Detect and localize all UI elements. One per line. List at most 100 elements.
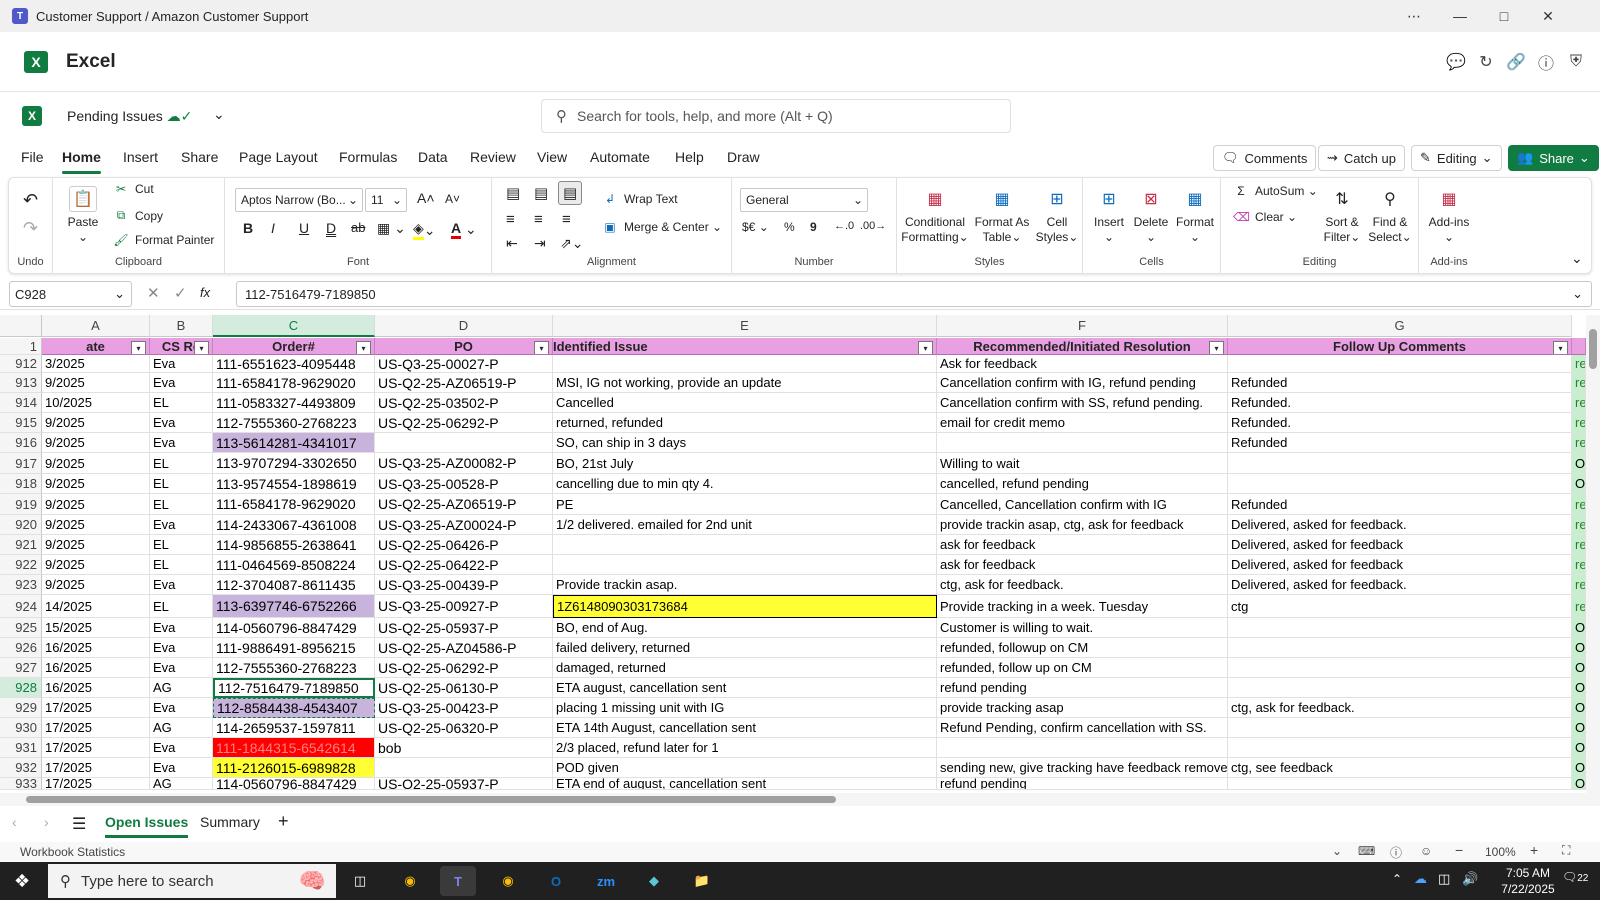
table-cell[interactable]: Op [1572, 618, 1586, 638]
filter-dropdown-icon[interactable]: ▾ [534, 341, 549, 354]
table-cell[interactable]: ETA end of august, cancellation sent [553, 778, 937, 790]
catchup-button[interactable]: ⇝ Catch up [1318, 145, 1405, 171]
row-header[interactable]: 931 [0, 738, 42, 758]
table-cell[interactable]: Eva [150, 658, 213, 678]
align-top-icon[interactable]: ▤ [506, 184, 520, 202]
table-cell[interactable]: 17/2025 [42, 758, 150, 778]
table-cell[interactable]: Cancellation confirm with SS, refund pen… [937, 393, 1228, 413]
merge-center-button[interactable]: ▣ Merge & Center ⌄ [602, 220, 722, 234]
table-cell[interactable]: Op [1572, 698, 1586, 718]
table-cell[interactable]: Customer is willing to wait. [937, 618, 1228, 638]
clear-button[interactable]: ⌫ Clear ⌄ [1233, 210, 1297, 224]
table-cell[interactable]: US-Q3-25-AZ00024-P [375, 515, 553, 535]
table-cell[interactable]: 111-6551623-4095448 [213, 355, 375, 373]
table-cell[interactable]: MSI, IG not working, provide an update [553, 373, 937, 393]
tab-share[interactable]: Share [181, 149, 218, 165]
table-cell[interactable]: Eva [150, 515, 213, 535]
sheet-tab-summary[interactable]: Summary [200, 814, 260, 830]
chrome-icon[interactable]: ◉ [392, 866, 428, 896]
table-cell[interactable]: 111-2126015-6989828 [213, 758, 375, 778]
table-cell[interactable]: 9/2025 [42, 453, 150, 474]
table-cell[interactable]: refund pending [937, 778, 1228, 790]
taskbar-clock[interactable]: 7:05 AM 7/22/2025 [1488, 865, 1568, 897]
redo-icon[interactable]: ↷ [23, 218, 38, 239]
bold-button[interactable]: B [243, 220, 253, 236]
table-cell[interactable]: EL [150, 494, 213, 515]
table-cell[interactable] [553, 355, 937, 373]
table-cell[interactable]: US-Q2-25-06320-P [375, 718, 553, 738]
cancel-icon[interactable]: ✕ [147, 284, 160, 302]
table-cell[interactable]: re [1572, 595, 1586, 618]
table-cell[interactable]: ETA 14th August, cancellation sent [553, 718, 937, 738]
column-header-d[interactable]: D [375, 315, 553, 337]
table-cell[interactable]: 112-3704087-8611435 [213, 575, 375, 595]
table-cell[interactable]: Eva [150, 413, 213, 433]
table-cell[interactable]: 111-6584178-9629020 [213, 373, 375, 393]
table-cell[interactable]: 113-5614281-4341017 [213, 433, 375, 453]
comma-button[interactable]: 9 [810, 220, 817, 234]
table-cell[interactable] [375, 433, 553, 453]
table-cell[interactable]: SO, can ship in 3 days [553, 433, 937, 453]
decrease-indent-icon[interactable]: ⇤ [506, 235, 518, 252]
table-cell[interactable]: Cancelled, Cancellation confirm with IG [937, 494, 1228, 515]
table-cell[interactable]: 9/2025 [42, 373, 150, 393]
table-cell[interactable]: 16/2025 [42, 638, 150, 658]
table-cell[interactable]: Delivered, asked for feedback. [1228, 515, 1572, 535]
grow-font-button[interactable]: A˄ [417, 190, 435, 206]
currency-button[interactable]: $€ ⌄ [742, 220, 769, 234]
table-cell[interactable]: Eva [150, 738, 213, 758]
table-cell[interactable]: 17/2025 [42, 718, 150, 738]
table-cell[interactable]: Op [1572, 474, 1586, 494]
table-cell[interactable]: US-Q2-25-05937-P [375, 618, 553, 638]
row-header[interactable]: 919 [0, 494, 42, 515]
teams-taskbar-icon[interactable]: T [440, 866, 476, 896]
tray-chevron-icon[interactable]: ⌃ [1392, 872, 1402, 886]
paste-button[interactable]: 📋 Paste ⌄ [63, 186, 103, 245]
table-cell[interactable] [553, 535, 937, 555]
table-cell[interactable]: EL [150, 555, 213, 575]
column-header-f[interactable]: F [937, 315, 1228, 337]
table-cell[interactable]: 2/3 placed, refund later for 1 [553, 738, 937, 758]
vertical-scrollbar[interactable] [1586, 315, 1600, 793]
table-cell[interactable] [937, 433, 1228, 453]
column-header-c[interactable]: C [213, 315, 375, 337]
row-header[interactable]: 929 [0, 698, 42, 718]
table-cell[interactable]: provide trackin asap, ctg, ask for feedb… [937, 515, 1228, 535]
formula-input[interactable]: 112-7516479-7189850 ⌄ [236, 281, 1592, 307]
table-cell[interactable] [1228, 678, 1572, 698]
tab-review[interactable]: Review [470, 149, 516, 165]
shrink-font-button[interactable]: A˅ [445, 192, 460, 206]
next-sheet-icon[interactable]: › [44, 814, 49, 830]
table-cell[interactable]: re [1572, 355, 1586, 373]
tab-help[interactable]: Help [675, 149, 704, 165]
table-cell[interactable]: re [1572, 373, 1586, 393]
table-cell[interactable] [1228, 738, 1572, 758]
table-cell[interactable]: 17/2025 [42, 738, 150, 758]
table-cell[interactable]: ask for feedback [937, 555, 1228, 575]
table-cell[interactable]: refund pending [937, 678, 1228, 698]
table-cell[interactable]: 14/2025 [42, 595, 150, 618]
strikethrough-button[interactable]: ab [351, 220, 365, 235]
row-header[interactable]: 923 [0, 575, 42, 595]
copy-button[interactable]: ⧉ Copy [113, 208, 163, 223]
row-header[interactable]: 913 [0, 373, 42, 393]
delete-cells-button[interactable]: ⊠ Delete ⌄ [1129, 186, 1173, 245]
decrease-decimal-icon[interactable]: .00→ [860, 220, 886, 232]
onedrive-icon[interactable]: ☁ [1414, 871, 1427, 887]
table-cell[interactable]: returned, refunded [553, 413, 937, 433]
workbook-statistics[interactable]: Workbook Statistics [20, 845, 125, 859]
table-cell[interactable]: EL [150, 393, 213, 413]
table-cell[interactable]: Op [1572, 738, 1586, 758]
table-cell[interactable]: 1/2 delivered. emailed for 2nd unit [553, 515, 937, 535]
table-cell[interactable]: AG [150, 718, 213, 738]
table-cell[interactable]: re [1572, 555, 1586, 575]
table-cell[interactable]: 9/2025 [42, 494, 150, 515]
row-header[interactable]: 933 [0, 776, 42, 791]
sheet-tab-open-issues[interactable]: Open Issues [105, 814, 189, 838]
table-cell[interactable]: Eva [150, 373, 213, 393]
zoom-in-icon[interactable]: + [1530, 842, 1538, 858]
document-name[interactable]: Pending Issues ☁✓ [67, 108, 192, 125]
table-cell[interactable]: US-Q3-25-00927-P [375, 595, 553, 618]
link-icon[interactable]: 🔗 [1501, 47, 1531, 77]
table-cell[interactable]: AG [150, 678, 213, 698]
